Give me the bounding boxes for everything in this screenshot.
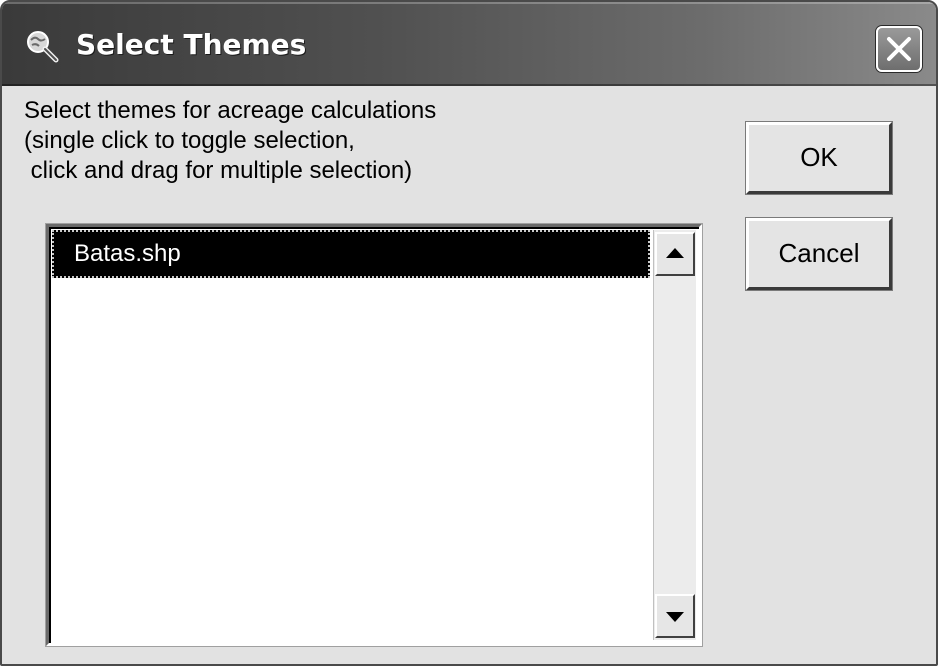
ok-button[interactable]: OK <box>746 122 892 194</box>
magnifier-globe-icon <box>24 28 60 64</box>
instructions-text: Select themes for acreage calculations (… <box>24 96 684 186</box>
scroll-up-button[interactable] <box>655 232 695 276</box>
close-icon <box>887 37 911 61</box>
instructions-line: click and drag for multiple selection) <box>24 157 413 184</box>
themes-listbox[interactable]: Batas.shp <box>46 224 702 646</box>
themes-list-items: Batas.shp <box>52 230 652 640</box>
scroll-down-button[interactable] <box>655 594 695 638</box>
list-item-selected[interactable]: Batas.shp <box>52 230 650 278</box>
close-button[interactable] <box>876 26 922 72</box>
instructions-line: Select themes for acreage calculations <box>24 97 437 124</box>
instructions-line: (single click to toggle selection, <box>24 127 355 154</box>
dialog-title: Select Themes <box>76 28 307 61</box>
arrow-up-icon <box>666 248 684 258</box>
title-bar[interactable]: Select Themes <box>2 2 936 86</box>
select-themes-dialog: Select Themes Select themes for acreage … <box>0 0 938 666</box>
arrow-down-icon <box>666 612 684 622</box>
vertical-scrollbar[interactable] <box>653 230 696 640</box>
cancel-button[interactable]: Cancel <box>746 218 892 290</box>
